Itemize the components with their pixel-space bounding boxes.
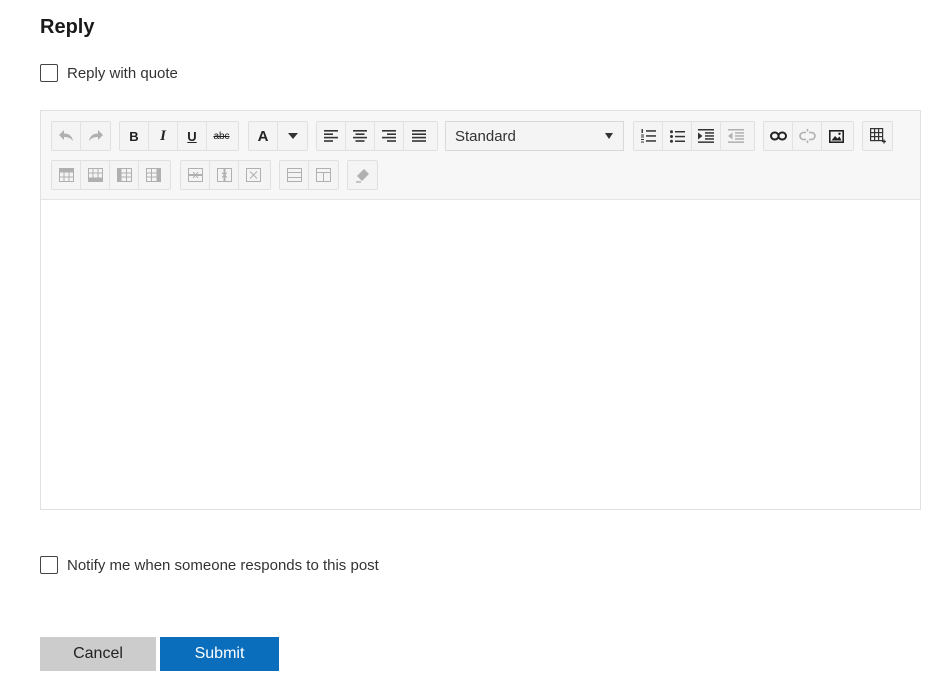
bulleted-list-icon	[669, 129, 685, 143]
text-style-group: B I U abc	[119, 121, 239, 151]
remove-link-button[interactable]	[793, 122, 822, 150]
table-group	[862, 121, 893, 151]
bold-button[interactable]: B	[120, 122, 149, 150]
history-group	[51, 121, 111, 151]
italic-button[interactable]: I	[149, 122, 178, 150]
align-justify-button[interactable]	[404, 122, 433, 150]
row-above-icon	[58, 168, 74, 182]
clear-formatting-button[interactable]	[348, 161, 377, 189]
align-right-button[interactable]	[375, 122, 404, 150]
rich-text-editor: B I U abc A Standard	[40, 110, 921, 510]
align-left-button[interactable]	[317, 122, 346, 150]
outdent-icon	[727, 129, 744, 143]
numbered-list-icon	[640, 129, 656, 143]
table-row-col-group	[51, 160, 171, 190]
redo-icon	[88, 130, 103, 141]
chevron-down-icon	[287, 133, 298, 139]
editor-body[interactable]	[41, 200, 920, 509]
strikethrough-icon: abc	[213, 130, 230, 142]
link-icon	[769, 131, 787, 141]
split-cells-button[interactable]	[309, 161, 338, 189]
reply-with-quote-checkbox[interactable]	[40, 64, 58, 82]
column-right-icon	[146, 168, 161, 182]
table-cell-group	[279, 160, 339, 190]
alignment-group	[316, 121, 438, 151]
align-left-icon	[324, 130, 338, 142]
reply-with-quote-option[interactable]: Reply with quote	[40, 64, 178, 82]
insert-row-above-button[interactable]	[52, 161, 81, 189]
split-cells-icon	[316, 168, 331, 182]
align-justify-icon	[411, 130, 426, 142]
link-media-group	[763, 121, 854, 151]
insert-row-below-button[interactable]	[81, 161, 110, 189]
insert-table-button[interactable]	[863, 122, 892, 150]
italic-icon: I	[160, 127, 166, 144]
paragraph-format-select[interactable]: Standard	[445, 121, 624, 151]
reply-with-quote-label[interactable]: Reply with quote	[67, 65, 178, 82]
font-color-icon: A	[257, 127, 269, 145]
submit-button[interactable]: Submit	[160, 637, 279, 671]
column-left-icon	[116, 168, 132, 182]
insert-image-button[interactable]	[822, 122, 851, 150]
indent-icon	[698, 129, 714, 143]
chevron-down-icon	[605, 133, 613, 139]
delete-column-button[interactable]	[210, 161, 239, 189]
indent-button[interactable]	[692, 122, 721, 150]
numbered-list-button[interactable]	[634, 122, 663, 150]
insert-link-button[interactable]	[764, 122, 793, 150]
font-color-button[interactable]: A	[249, 122, 278, 150]
delete-column-icon	[216, 168, 232, 182]
font-color-group: A	[248, 121, 308, 151]
merge-cells-icon	[286, 168, 302, 182]
align-center-icon	[353, 130, 367, 142]
unlink-icon	[798, 129, 816, 143]
eraser-icon	[356, 168, 369, 183]
insert-column-left-button[interactable]	[110, 161, 139, 189]
notify-label[interactable]: Notify me when someone responds to this …	[67, 557, 379, 574]
page-title: Reply	[40, 16, 95, 38]
font-color-dropdown-button[interactable]	[278, 122, 307, 150]
undo-button[interactable]	[52, 122, 81, 150]
delete-table-button[interactable]	[239, 161, 268, 189]
underline-icon: U	[187, 128, 197, 144]
outdent-button[interactable]	[721, 122, 750, 150]
merge-cells-button[interactable]	[280, 161, 309, 189]
undo-icon	[59, 130, 73, 141]
underline-button[interactable]: U	[178, 122, 207, 150]
notify-option[interactable]: Notify me when someone responds to this …	[40, 556, 379, 574]
cancel-button[interactable]: Cancel	[40, 637, 156, 671]
clear-format-group	[347, 160, 378, 190]
delete-row-button[interactable]	[181, 161, 210, 189]
strikethrough-button[interactable]: abc	[207, 122, 236, 150]
bold-icon: B	[129, 128, 139, 144]
insert-column-right-button[interactable]	[139, 161, 168, 189]
row-below-icon	[87, 168, 103, 182]
delete-table-icon	[246, 168, 261, 182]
delete-row-icon	[187, 168, 203, 182]
image-icon	[829, 129, 844, 143]
list-group	[633, 121, 755, 151]
align-right-icon	[382, 130, 396, 142]
redo-button[interactable]	[81, 122, 110, 150]
bulleted-list-button[interactable]	[663, 122, 692, 150]
editor-toolbar: B I U abc A Standard	[41, 111, 920, 200]
notify-checkbox[interactable]	[40, 556, 58, 574]
align-center-button[interactable]	[346, 122, 375, 150]
table-delete-group	[180, 160, 271, 190]
paragraph-format-value: Standard	[455, 127, 516, 145]
table-icon	[869, 128, 886, 144]
